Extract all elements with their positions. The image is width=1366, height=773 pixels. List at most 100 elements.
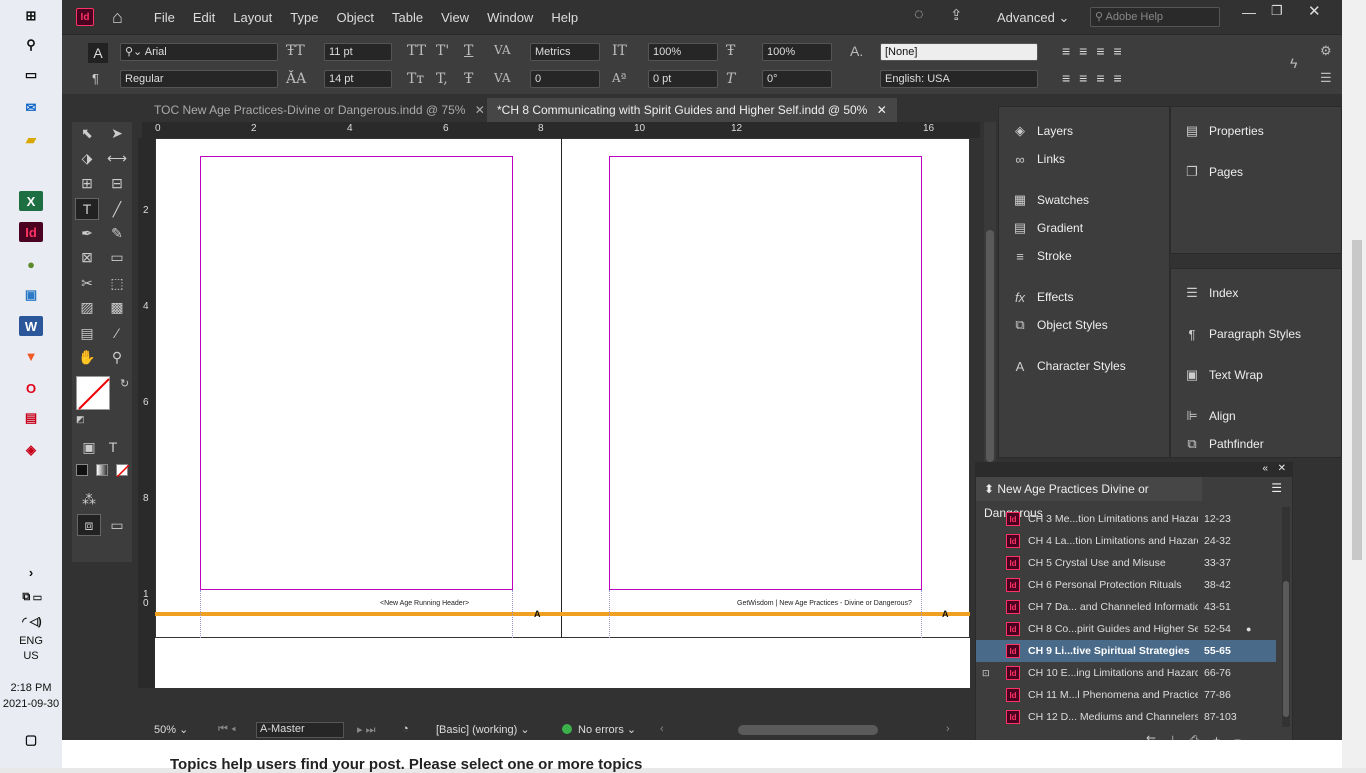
underline-icon[interactable]: T — [464, 43, 473, 59]
preview-mode-icon[interactable]: ▭ — [105, 514, 129, 536]
content-placer-icon[interactable]: ⊟ — [105, 172, 129, 194]
scissors-tool-icon[interactable]: ✂ — [75, 272, 99, 294]
formatting-container-icon[interactable]: ▣ — [77, 436, 101, 458]
list-item[interactable]: Id CH 5 Crystal Use and Misuse 33-37 — [976, 552, 1276, 574]
menu-file[interactable]: File — [145, 10, 184, 25]
menu-object[interactable]: Object — [327, 10, 383, 25]
line-tool-icon[interactable]: ╱ — [105, 198, 129, 220]
horizontal-scrollbar-thumb[interactable] — [738, 725, 878, 735]
font-style-field[interactable]: Regular — [120, 70, 278, 88]
clock[interactable]: 2:18 PM 2021-09-30 — [0, 680, 62, 712]
windows-start-icon[interactable]: ⊞ — [19, 6, 43, 26]
menu-type[interactable]: Type — [281, 10, 327, 25]
paragraph-mode-icon[interactable]: ¶ — [92, 71, 99, 86]
scrollbar-thumb[interactable] — [1352, 240, 1362, 560]
home-icon[interactable]: ⌂ — [112, 7, 123, 28]
book-tab[interactable]: ⬍ New Age Practices Divine or Dangerous — [976, 477, 1202, 520]
rectangle-frame-tool-icon[interactable]: ⊠ — [75, 246, 99, 268]
lightning-icon[interactable]: ϟ — [1290, 55, 1297, 71]
language-field[interactable]: English: USA — [880, 70, 1038, 88]
panel-pathfinder[interactable]: ⧉ Pathfinder — [1171, 430, 1341, 458]
font-family-field[interactable]: ⚲⌄ Arial — [120, 43, 278, 61]
apply-gradient-icon[interactable] — [96, 464, 108, 476]
gradient-swatch-tool-icon[interactable]: ▨ — [75, 296, 99, 318]
horizontal-scale-field[interactable]: 100% — [762, 43, 832, 61]
workspace-switcher[interactable]: Advanced ⌄ — [997, 10, 1069, 26]
alignment-buttons[interactable]: ≡≡≡≡ — [1062, 43, 1158, 59]
note-tool-icon[interactable]: ▤ — [75, 322, 99, 344]
scrollbar-thumb[interactable] — [986, 230, 994, 462]
panel-text-wrap[interactable]: ▣ Text Wrap — [1171, 361, 1341, 389]
apply-none-icon[interactable] — [116, 464, 130, 478]
vertical-scale-field[interactable]: 100% — [648, 43, 718, 61]
close-button[interactable]: ✕ — [1308, 2, 1321, 20]
list-item[interactable]: Id CH 4 La...tion Limitations and Hazards… — [976, 530, 1276, 552]
panel-stroke[interactable]: ≡ Stroke — [999, 242, 1169, 270]
rectangle-tool-icon[interactable]: ▭ — [105, 246, 129, 268]
panel-effects[interactable]: fx Effects — [999, 283, 1169, 311]
panel-links[interactable]: ∞ Links — [999, 145, 1169, 173]
free-transform-tool-icon[interactable]: ⬚ — [105, 272, 129, 294]
small-caps-icon[interactable]: Tт — [407, 71, 424, 87]
menu-help[interactable]: Help — [542, 10, 587, 25]
strikethrough-icon[interactable]: Ŧ — [464, 71, 473, 87]
panel-gradient[interactable]: ▤ Gradient — [999, 214, 1169, 242]
superscript-icon[interactable]: T' — [436, 43, 449, 59]
list-item[interactable]: Id CH 6 Personal Protection Rituals 38-42 — [976, 574, 1276, 596]
maximize-button[interactable]: ❐ — [1271, 3, 1283, 19]
direct-selection-tool-icon[interactable]: ➤ — [105, 122, 129, 144]
list-item-selected[interactable]: Id CH 9 Li...tive Spiritual Strategies 55-… — [976, 640, 1276, 662]
page-nav-next-icon[interactable]: ▸ ⏭ — [357, 723, 375, 737]
search-icon[interactable]: ⚲ — [19, 35, 43, 55]
all-caps-icon[interactable]: TT — [407, 43, 426, 59]
skew-field[interactable]: 0° — [762, 70, 832, 88]
content-collector-icon[interactable]: ⊞ — [75, 172, 99, 194]
preflight-icon[interactable]: ◔ — [402, 723, 409, 735]
default-colors-icon[interactable]: ◩ — [76, 414, 85, 425]
swap-colors-icon[interactable]: ↻ — [120, 377, 129, 390]
screen-mode-icon[interactable]: ⁂ — [77, 488, 101, 510]
app-circle-icon[interactable]: ● — [19, 254, 43, 274]
panel-align[interactable]: ⊫ Align — [1171, 402, 1341, 430]
tracking-field[interactable]: 0 — [530, 70, 600, 88]
scroll-right-icon[interactable]: › — [946, 723, 950, 735]
menu-layout[interactable]: Layout — [224, 10, 281, 25]
type-tool-icon[interactable]: T — [75, 198, 99, 220]
book-panel-titlebar[interactable]: ✕ « — [976, 463, 1292, 477]
justify-buttons[interactable]: ≡≡≡≡ — [1062, 70, 1158, 86]
book-scrollbar[interactable] — [1282, 507, 1290, 727]
list-item[interactable]: ⊡ Id CH 10 E...ing Limitations and Hazards… — [976, 662, 1276, 684]
apply-color-icon[interactable] — [76, 464, 88, 476]
selection-tool-icon[interactable]: ⬉ — [75, 122, 99, 144]
leading-field[interactable]: 14 pt — [324, 70, 392, 88]
list-item[interactable]: Id CH 11 M...l Phenomena and Practices 77-… — [976, 684, 1276, 706]
panel-menu-icon[interactable]: ☰ — [1271, 481, 1282, 495]
pencil-tool-icon[interactable]: ✎ — [105, 222, 129, 244]
menu-edit[interactable]: Edit — [184, 10, 224, 25]
chevron-up-icon[interactable]: › — [19, 562, 43, 582]
eyedropper-tool-icon[interactable]: ⁄ — [105, 322, 129, 344]
menu-table[interactable]: Table — [383, 10, 432, 25]
close-icon[interactable]: ✕ — [475, 103, 485, 117]
mail-icon[interactable]: ✉ — [19, 98, 43, 118]
mcafee-icon[interactable]: ◈ — [19, 440, 43, 460]
panel-pages[interactable]: ❐ Pages — [1171, 158, 1341, 186]
task-view-icon[interactable]: ▭ — [19, 65, 43, 85]
font-size-field[interactable]: 11 pt — [324, 43, 392, 61]
list-item[interactable]: Id CH 7 Da... and Channeled Information 43… — [976, 596, 1276, 618]
opera-icon[interactable]: O — [19, 378, 43, 398]
style-source-icon[interactable]: ⊡ — [982, 668, 990, 679]
normal-view-icon[interactable]: ⧈ — [77, 514, 101, 536]
indesign-icon[interactable]: Id — [19, 222, 43, 242]
gradient-feather-tool-icon[interactable]: ▩ — [105, 296, 129, 318]
file-explorer-icon[interactable]: ▰ — [19, 130, 43, 150]
panel-index[interactable]: ☰ Index — [1171, 279, 1341, 307]
character-mode-icon[interactable]: A — [88, 43, 108, 63]
list-item[interactable]: Id CH 12 D... Mediums and Channelers 87-10… — [976, 706, 1276, 728]
panel-paragraph-styles[interactable]: ¶ Paragraph Styles — [1171, 320, 1341, 348]
excel-icon[interactable]: X — [19, 191, 43, 211]
collapse-icon[interactable]: « — [1262, 463, 1268, 474]
word-icon[interactable]: W — [19, 316, 43, 336]
panel-object-styles[interactable]: ⧉ Object Styles — [999, 311, 1169, 339]
pen-tool-icon[interactable]: ✒ — [75, 222, 99, 244]
